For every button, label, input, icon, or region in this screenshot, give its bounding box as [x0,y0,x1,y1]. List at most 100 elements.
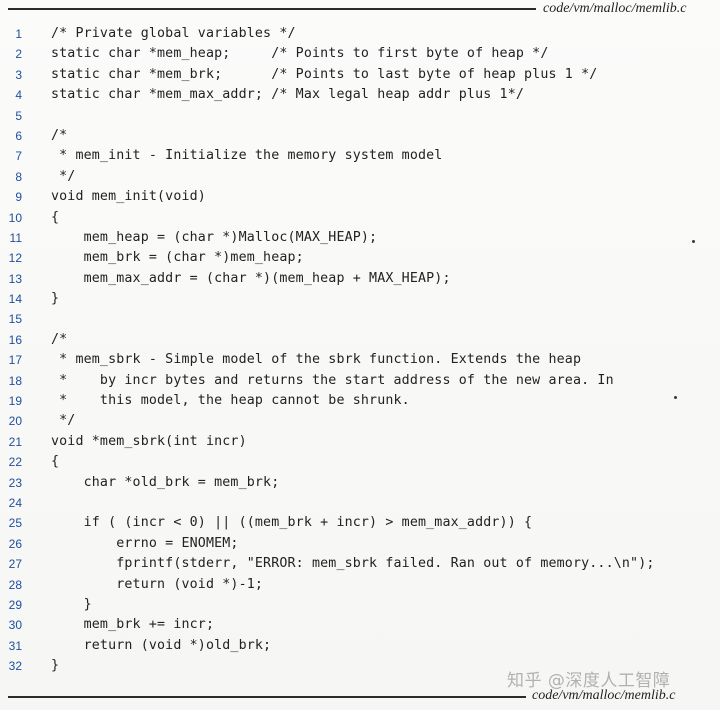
code-line: 29 } [0,595,720,615]
line-number: 27 [8,557,22,572]
code-line: 21 void *mem_sbrk(int incr) [0,432,720,452]
line-code: /* [51,331,68,347]
code-line: 4 static char *mem_max_addr; /* Max legal… [0,85,720,105]
line-code: /* Private global variables */ [51,26,296,41]
line-number: 8 [15,169,22,184]
line-code: } [51,291,60,307]
top-rule [8,8,536,10]
line-code: return (void *)old_brk; [51,637,272,653]
line-number: 29 [8,597,22,612]
code-line: 2 static char *mem_heap; /* Points to fir… [0,44,720,64]
line-number: 26 [8,536,22,551]
line-number: 19 [8,394,22,409]
code-line: 1 /* Private global variables */ [0,24,720,44]
code-line: 3 static char *mem_brk; /* Points to last… [0,65,720,85]
line-code: { [51,454,60,470]
line-code: * by incr bytes and returns the start ad… [51,372,614,388]
code-line: 27 fprintf(stderr, "ERROR: mem_sbrk fail… [0,554,720,574]
watermark: 知乎 @深度人工智障 [507,671,671,691]
line-number: 2 [15,47,22,62]
line-number: 7 [15,149,22,164]
code-line: 19 * this model, the heap cannot be shru… [0,391,720,411]
line-number: 20 [8,414,22,429]
code-line: 14} [0,289,720,309]
line-code: * mem_sbrk - Simple model of the sbrk fu… [51,352,582,368]
code-line: 13 mem_max_addr = (char *)(mem_heap + MA… [0,269,720,289]
line-code: static char *mem_brk; /* Points to last … [51,66,598,82]
line-number: 12 [8,251,22,266]
code-block: 1 /* Private global variables */ 2 static c… [0,24,720,677]
line-number: 18 [8,373,22,388]
line-number: 16 [8,332,22,347]
line-code: mem_max_addr = (char *)(mem_heap + MAX_H… [51,270,451,286]
line-code: mem_brk += incr; [51,617,215,633]
line-number: 17 [8,353,22,368]
line-number: 9 [15,190,22,205]
line-code: } [51,658,60,674]
line-number: 31 [8,638,22,653]
scan-speck [692,240,695,243]
line-code: if ( (incr < 0) || ((mem_brk + incr) > m… [51,515,533,531]
line-code: void mem_init(void) [51,189,206,205]
line-code: /* [51,127,68,143]
line-code: * this model, the heap cannot be shrunk. [51,393,410,409]
line-code: void *mem_sbrk(int incr) [51,433,247,449]
bottom-rule [8,696,526,698]
code-line: 12 mem_brk = (char *)mem_heap; [0,248,720,268]
code-line: 30 mem_brk += incr; [0,615,720,635]
line-number: 13 [8,271,22,286]
code-line: 9 void mem_init(void) [0,187,720,207]
line-number: 28 [8,577,22,592]
line-code: return (void *)-1; [51,576,264,592]
line-code: } [51,596,92,612]
code-line: 23 char *old_brk = mem_brk; [0,473,720,493]
code-listing-page: code/vm/malloc/memlib.c 1 /* Private glob… [0,0,720,710]
code-line: 24 [0,493,720,513]
line-number: 25 [8,516,22,531]
line-number: 1 [15,27,22,41]
code-line: 26 errno = ENOMEM; [0,534,720,554]
line-number: 24 [8,495,22,510]
header-file-label: code/vm/malloc/memlib.c [543,1,687,16]
line-number: 11 [9,230,22,245]
line-number: 15 [8,312,22,327]
line-code: */ [51,413,76,429]
code-line: 22 { [0,452,720,472]
code-line: 17 * mem_sbrk - Simple model of the sbrk… [0,350,720,370]
line-number: 5 [15,108,22,123]
line-number: 14 [8,292,22,307]
line-number: 32 [8,659,22,674]
code-line: 6 /* [0,126,720,146]
code-line: 15 [0,309,720,329]
line-code: char *old_brk = mem_brk; [51,474,280,490]
code-line: 5 [0,106,720,126]
code-line: 16 /* [0,330,720,350]
code-line: 28 return (void *)-1; [0,575,720,595]
line-code: static char *mem_max_addr; /* Max legal … [51,87,525,103]
code-line: 25 if ( (incr < 0) || ((mem_brk + incr) … [0,513,720,533]
line-number: 30 [8,618,22,633]
line-number: 22 [8,455,22,470]
line-number: 21 [8,434,22,449]
code-line: 10 { [0,208,720,228]
line-number: 4 [15,88,22,103]
line-number: 6 [15,128,22,143]
line-number: 3 [15,67,22,82]
code-line: 8 */ [0,167,720,187]
line-code: * mem_init - Initialize the memory syste… [51,148,443,164]
code-line: 31 return (void *)old_brk; [0,636,720,656]
line-code: mem_heap = (char *)Malloc(MAX_HEAP); [51,229,378,245]
line-code: mem_brk = (char *)mem_heap; [51,250,304,266]
line-code: static char *mem_heap; /* Points to firs… [51,46,549,62]
line-number: 10 [8,210,22,225]
line-code: */ [51,168,76,184]
line-code: errno = ENOMEM; [51,535,239,551]
scan-speck [674,396,677,399]
line-code: { [51,209,60,225]
line-code: fprintf(stderr, "ERROR: mem_sbrk failed.… [51,556,655,572]
code-line: 20 */ [0,411,720,431]
code-line: 11 mem_heap = (char *)Malloc(MAX_HEAP); [0,228,720,248]
code-line: 7 * mem_init - Initialize the memory sys… [0,146,720,166]
code-line: 18 * by incr bytes and returns the start… [0,371,720,391]
line-number: 23 [8,475,22,490]
